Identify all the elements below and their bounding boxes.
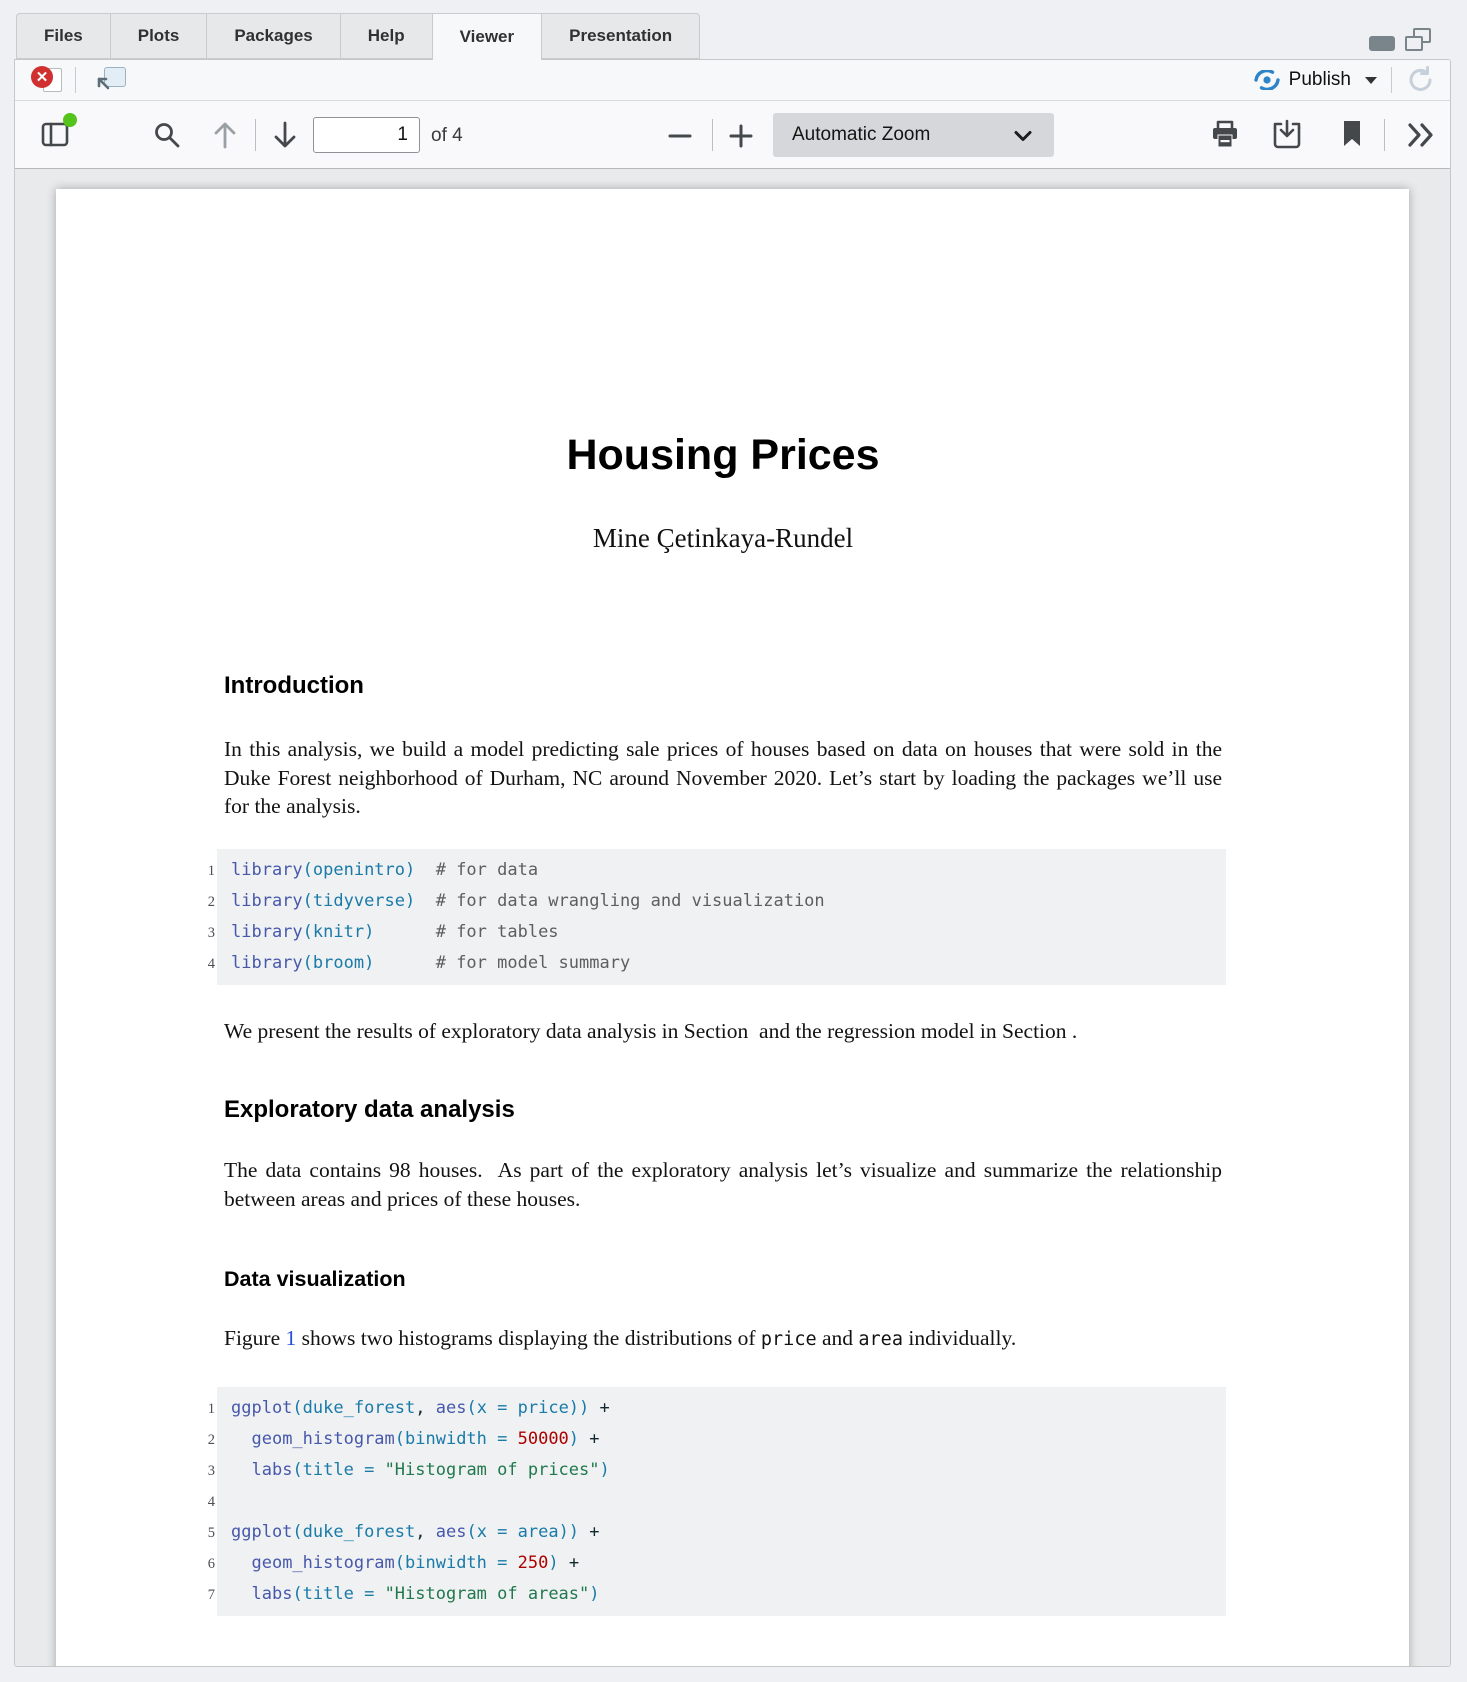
code-line: 3 labs(title = "Histogram of prices") [231,1455,1226,1486]
current-view-bookmark-icon[interactable] [1340,119,1364,149]
code-line: 4 [231,1486,1226,1517]
save-document-icon[interactable] [1270,118,1304,152]
more-tools-icon[interactable] [1405,120,1439,150]
code-line: 6 geom_histogram(binwidth = 250) + [231,1548,1226,1579]
subsection-heading-dataviz: Data visualization [224,1266,1222,1293]
toolbar-separator [712,119,713,151]
document-author: Mine Çetinkaya-Rundel [224,521,1222,555]
zoom-out-icon[interactable] [666,122,694,150]
code-line: 1ggplot(duke_forest, aes(x = price)) + [231,1393,1226,1424]
code-block-libraries: 1library(openintro) # for data2library(t… [217,849,1226,985]
publish-dropdown-caret-icon[interactable] [1365,77,1377,84]
line-number: 4 [187,1487,215,1518]
zoom-in-icon[interactable] [727,122,755,150]
print-icon[interactable] [1208,118,1242,152]
page-number-input[interactable] [313,117,420,153]
minimize-pane-icon[interactable] [1369,36,1395,51]
previous-page-icon[interactable] [210,119,240,151]
line-number: 3 [187,918,215,949]
toolbar-separator [1391,67,1392,93]
line-number: 2 [187,887,215,918]
code-line: 7 labs(title = "Histogram of areas") [231,1579,1226,1610]
line-number: 7 [187,1580,215,1611]
intro-paragraph: In this analysis, we build a model predi… [224,735,1222,821]
viewer-pane: ✕ Publish [14,59,1451,1667]
maximize-front-square [1405,36,1423,51]
tab-packages[interactable]: Packages [206,13,339,59]
toggle-sidebar-icon[interactable] [39,118,73,152]
figure-paragraph: Figure 1 shows two histograms displaying… [224,1324,1222,1355]
toolbar-separator [75,67,76,93]
tab-help[interactable]: Help [340,13,432,59]
pdf-page-1: Housing Prices Mine Çetinkaya-Rundel Int… [56,189,1409,1666]
paragraph-text: shows two histograms displaying the dist… [296,1326,761,1350]
rsconnect-publish-icon [1253,70,1281,90]
line-number: 5 [187,1518,215,1549]
red-x-badge-icon: ✕ [31,66,53,88]
tab-presentation[interactable]: Presentation [541,13,700,59]
pdf-viewer-canvas[interactable]: Housing Prices Mine Çetinkaya-Rundel Int… [15,169,1450,1666]
eda-paragraph: The data contains 98 houses. As part of … [224,1156,1222,1213]
pane-window-buttons [1369,28,1431,51]
document-title: Housing Prices [224,431,1222,479]
tab-plots[interactable]: Plots [110,13,207,59]
code-line: 1library(openintro) # for data [231,855,1226,886]
tab-files[interactable]: Files [16,13,110,59]
paragraph-text: Figure [224,1326,286,1350]
tab-viewer[interactable]: Viewer [432,13,542,60]
page-count-label: of 4 [431,125,463,147]
line-number: 1 [187,1394,215,1425]
tabs: Files Plots Packages Help Viewer Present… [16,13,700,59]
line-number: 1 [187,856,215,887]
zoom-select[interactable]: Automatic Zoom [773,113,1054,157]
line-number: 3 [187,1456,215,1487]
toolbar-separator [255,119,256,151]
publish-label: Publish [1289,69,1351,91]
open-in-new-window-icon[interactable] [94,66,126,94]
section-heading-eda: Exploratory data analysis [224,1095,1222,1125]
line-number: 6 [187,1549,215,1580]
publish-button[interactable]: Publish [1253,69,1377,91]
viewer-status-green-dot [63,113,77,127]
next-page-icon[interactable] [270,119,300,151]
code-line: 2library(tidyverse) # for data wrangling… [231,886,1226,917]
find-in-document-icon[interactable] [151,119,183,151]
paragraph-text: individually. [903,1326,1016,1350]
pane-tab-strip: Files Plots Packages Help Viewer Present… [14,13,700,59]
line-number: 2 [187,1425,215,1456]
pdf-toolbar: of 4 Automatic Zoom [15,101,1450,169]
clear-viewer-icon[interactable]: ✕ [31,65,65,95]
code-line: 2 geom_histogram(binwidth = 50000) + [231,1424,1226,1455]
refresh-icon[interactable] [1406,65,1436,95]
sections-paragraph: We present the results of exploratory da… [224,1017,1222,1046]
inline-code: price [761,1329,817,1350]
code-line: 3library(knitr) # for tables [231,917,1226,948]
section-heading-introduction: Introduction [224,671,1222,701]
viewer-toolbar-right: Publish [1253,65,1436,95]
paragraph-text: and [817,1326,859,1350]
code-line: 4library(broom) # for model summary [231,948,1226,979]
code-line: 5ggplot(duke_forest, aes(x = area)) + [231,1517,1226,1548]
code-block-histograms: 1ggplot(duke_forest, aes(x = price)) +2 … [217,1387,1226,1616]
inline-code: area [858,1329,903,1350]
line-number: 4 [187,949,215,980]
viewer-toolbar: ✕ Publish [15,60,1450,101]
chevron-down-icon [1014,130,1032,142]
zoom-select-label: Automatic Zoom [792,124,930,146]
toolbar-separator [1384,119,1385,151]
figure-1-link[interactable]: 1 [286,1326,297,1350]
maximize-pane-icon[interactable] [1405,28,1431,51]
